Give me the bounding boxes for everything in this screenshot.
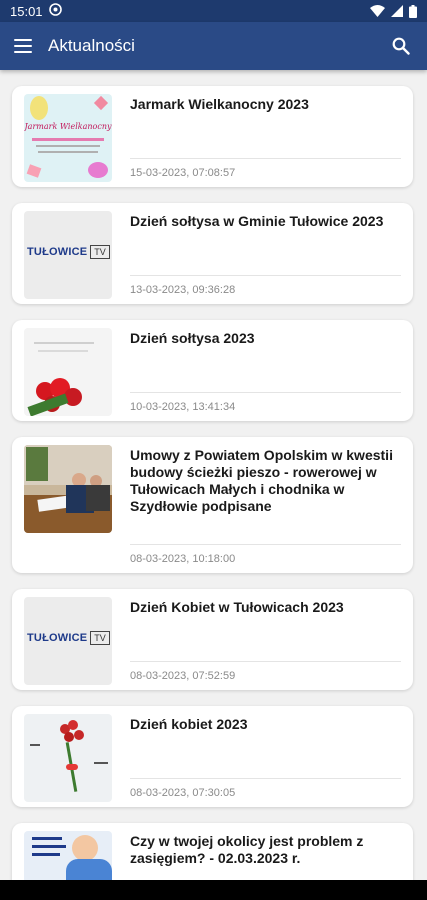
search-icon[interactable] xyxy=(389,34,413,58)
article-title: Jarmark Wielkanocny 2023 xyxy=(130,96,309,112)
system-navigation-bar xyxy=(0,880,427,900)
news-card[interactable]: Dzień kobiet 2023 08-03-2023, 07:30:05 xyxy=(12,706,413,807)
article-thumbnail: TUŁOWICE TV xyxy=(24,211,112,299)
news-card[interactable]: Dzień sołtysa 2023 10-03-2023, 13:41:34 xyxy=(12,320,413,421)
news-list: Jarmark Wielkanocny Jarmark Wielkanocny … xyxy=(12,86,413,900)
article-date: 08-03-2023, 10:18:00 xyxy=(130,553,236,565)
sync-icon xyxy=(48,3,62,19)
article-title: Dzień sołtysa w Gminie Tułowice 2023 xyxy=(130,213,384,229)
article-title: Dzień sołtysa 2023 xyxy=(130,330,255,346)
battery-icon xyxy=(409,4,417,18)
news-card[interactable]: TUŁOWICE TV Dzień sołtysa w Gminie Tułow… xyxy=(12,203,413,304)
article-title: Dzień Kobiet w Tułowicach 2023 xyxy=(130,599,344,615)
status-bar: 15:01 xyxy=(0,0,427,22)
article-date: 08-03-2023, 07:30:05 xyxy=(130,787,236,799)
article-date: 13-03-2023, 09:36:28 xyxy=(130,284,236,296)
tulowice-tv-logo: TUŁOWICE TV xyxy=(27,631,110,645)
article-title: Umowy z Powiatem Opolskim w kwestii budo… xyxy=(130,447,393,514)
article-thumbnail xyxy=(24,714,112,802)
article-thumbnail: Jarmark Wielkanocny xyxy=(24,94,112,182)
article-date: 15-03-2023, 07:08:57 xyxy=(130,167,236,179)
app-bar: Aktualności xyxy=(0,22,427,70)
news-card[interactable]: Jarmark Wielkanocny Jarmark Wielkanocny … xyxy=(12,86,413,187)
article-thumbnail: TUŁOWICE TV xyxy=(24,597,112,685)
hamburger-menu-icon[interactable] xyxy=(14,35,36,57)
signal-icon xyxy=(391,5,403,17)
article-date: 08-03-2023, 07:52:59 xyxy=(130,670,236,682)
article-thumbnail xyxy=(24,445,112,533)
status-time: 15:01 xyxy=(10,3,43,19)
page-title: Aktualności xyxy=(48,36,135,55)
article-title: Dzień kobiet 2023 xyxy=(130,716,248,732)
news-card[interactable]: TUŁOWICE TV Dzień Kobiet w Tułowicach 20… xyxy=(12,589,413,690)
news-card[interactable]: Umowy z Powiatem Opolskim w kwestii budo… xyxy=(12,437,413,573)
thumbnail-caption: Jarmark Wielkanocny xyxy=(24,122,112,131)
article-date: 10-03-2023, 13:41:34 xyxy=(130,401,236,413)
wifi-icon xyxy=(370,5,385,17)
article-thumbnail xyxy=(24,328,112,416)
tulowice-tv-logo: TUŁOWICE TV xyxy=(27,245,110,259)
